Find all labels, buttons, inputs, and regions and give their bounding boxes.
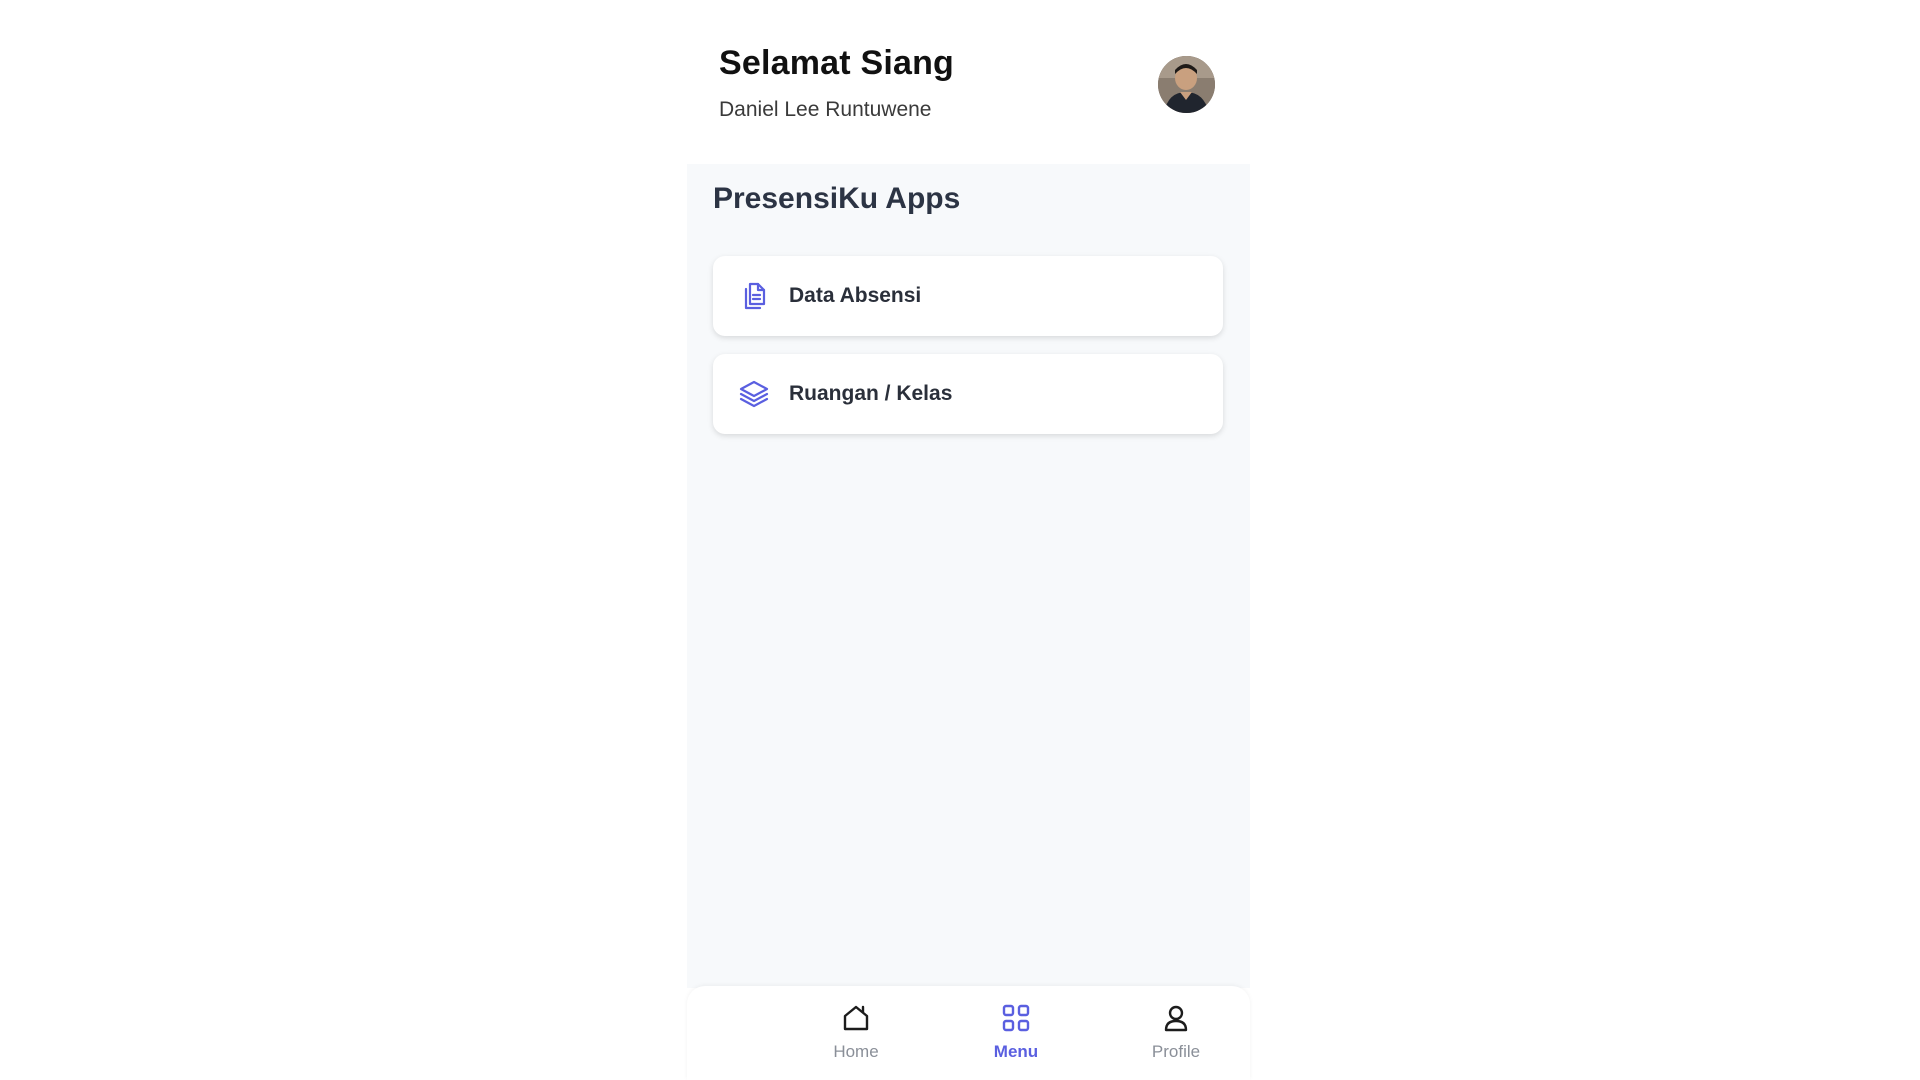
nav-label-home: Home <box>833 1042 879 1061</box>
menu-item-data-absensi[interactable]: Data Absensi <box>713 256 1223 336</box>
nav-label-profile: Profile <box>1151 1042 1201 1061</box>
home-icon <box>838 1000 874 1036</box>
menu-item-ruangan-kelas[interactable]: Ruangan / Kelas <box>713 354 1223 434</box>
nav-item-menu[interactable]: Menu <box>966 1000 1066 1062</box>
nav-item-home[interactable]: Home <box>806 1000 906 1062</box>
avatar-photo-icon <box>1158 56 1215 113</box>
layers-icon <box>737 377 771 411</box>
header: Selamat Siang Daniel Lee Runtuwene <box>687 0 1250 164</box>
menu-item-label: Data Absensi <box>789 284 922 307</box>
user-icon <box>1158 1000 1194 1036</box>
menu-item-label: Ruangan / Kelas <box>789 382 953 405</box>
bottom-navigation: Home Menu Profile <box>687 986 1250 1080</box>
nav-label-menu: Menu <box>993 1042 1039 1061</box>
main-content: PresensiKu Apps Data Absensi Ruangan / K… <box>687 164 1250 988</box>
app-screen: Selamat Siang Daniel Lee Runtuwene Prese… <box>687 0 1250 1080</box>
section-title: PresensiKu Apps <box>713 182 961 215</box>
grid-icon <box>998 1000 1034 1036</box>
avatar[interactable] <box>1158 56 1215 113</box>
documents-icon <box>737 279 771 313</box>
greeting-title: Selamat Siang <box>719 44 955 82</box>
nav-item-profile[interactable]: Profile <box>1126 1000 1226 1062</box>
user-name: Daniel Lee Runtuwene <box>719 98 932 121</box>
